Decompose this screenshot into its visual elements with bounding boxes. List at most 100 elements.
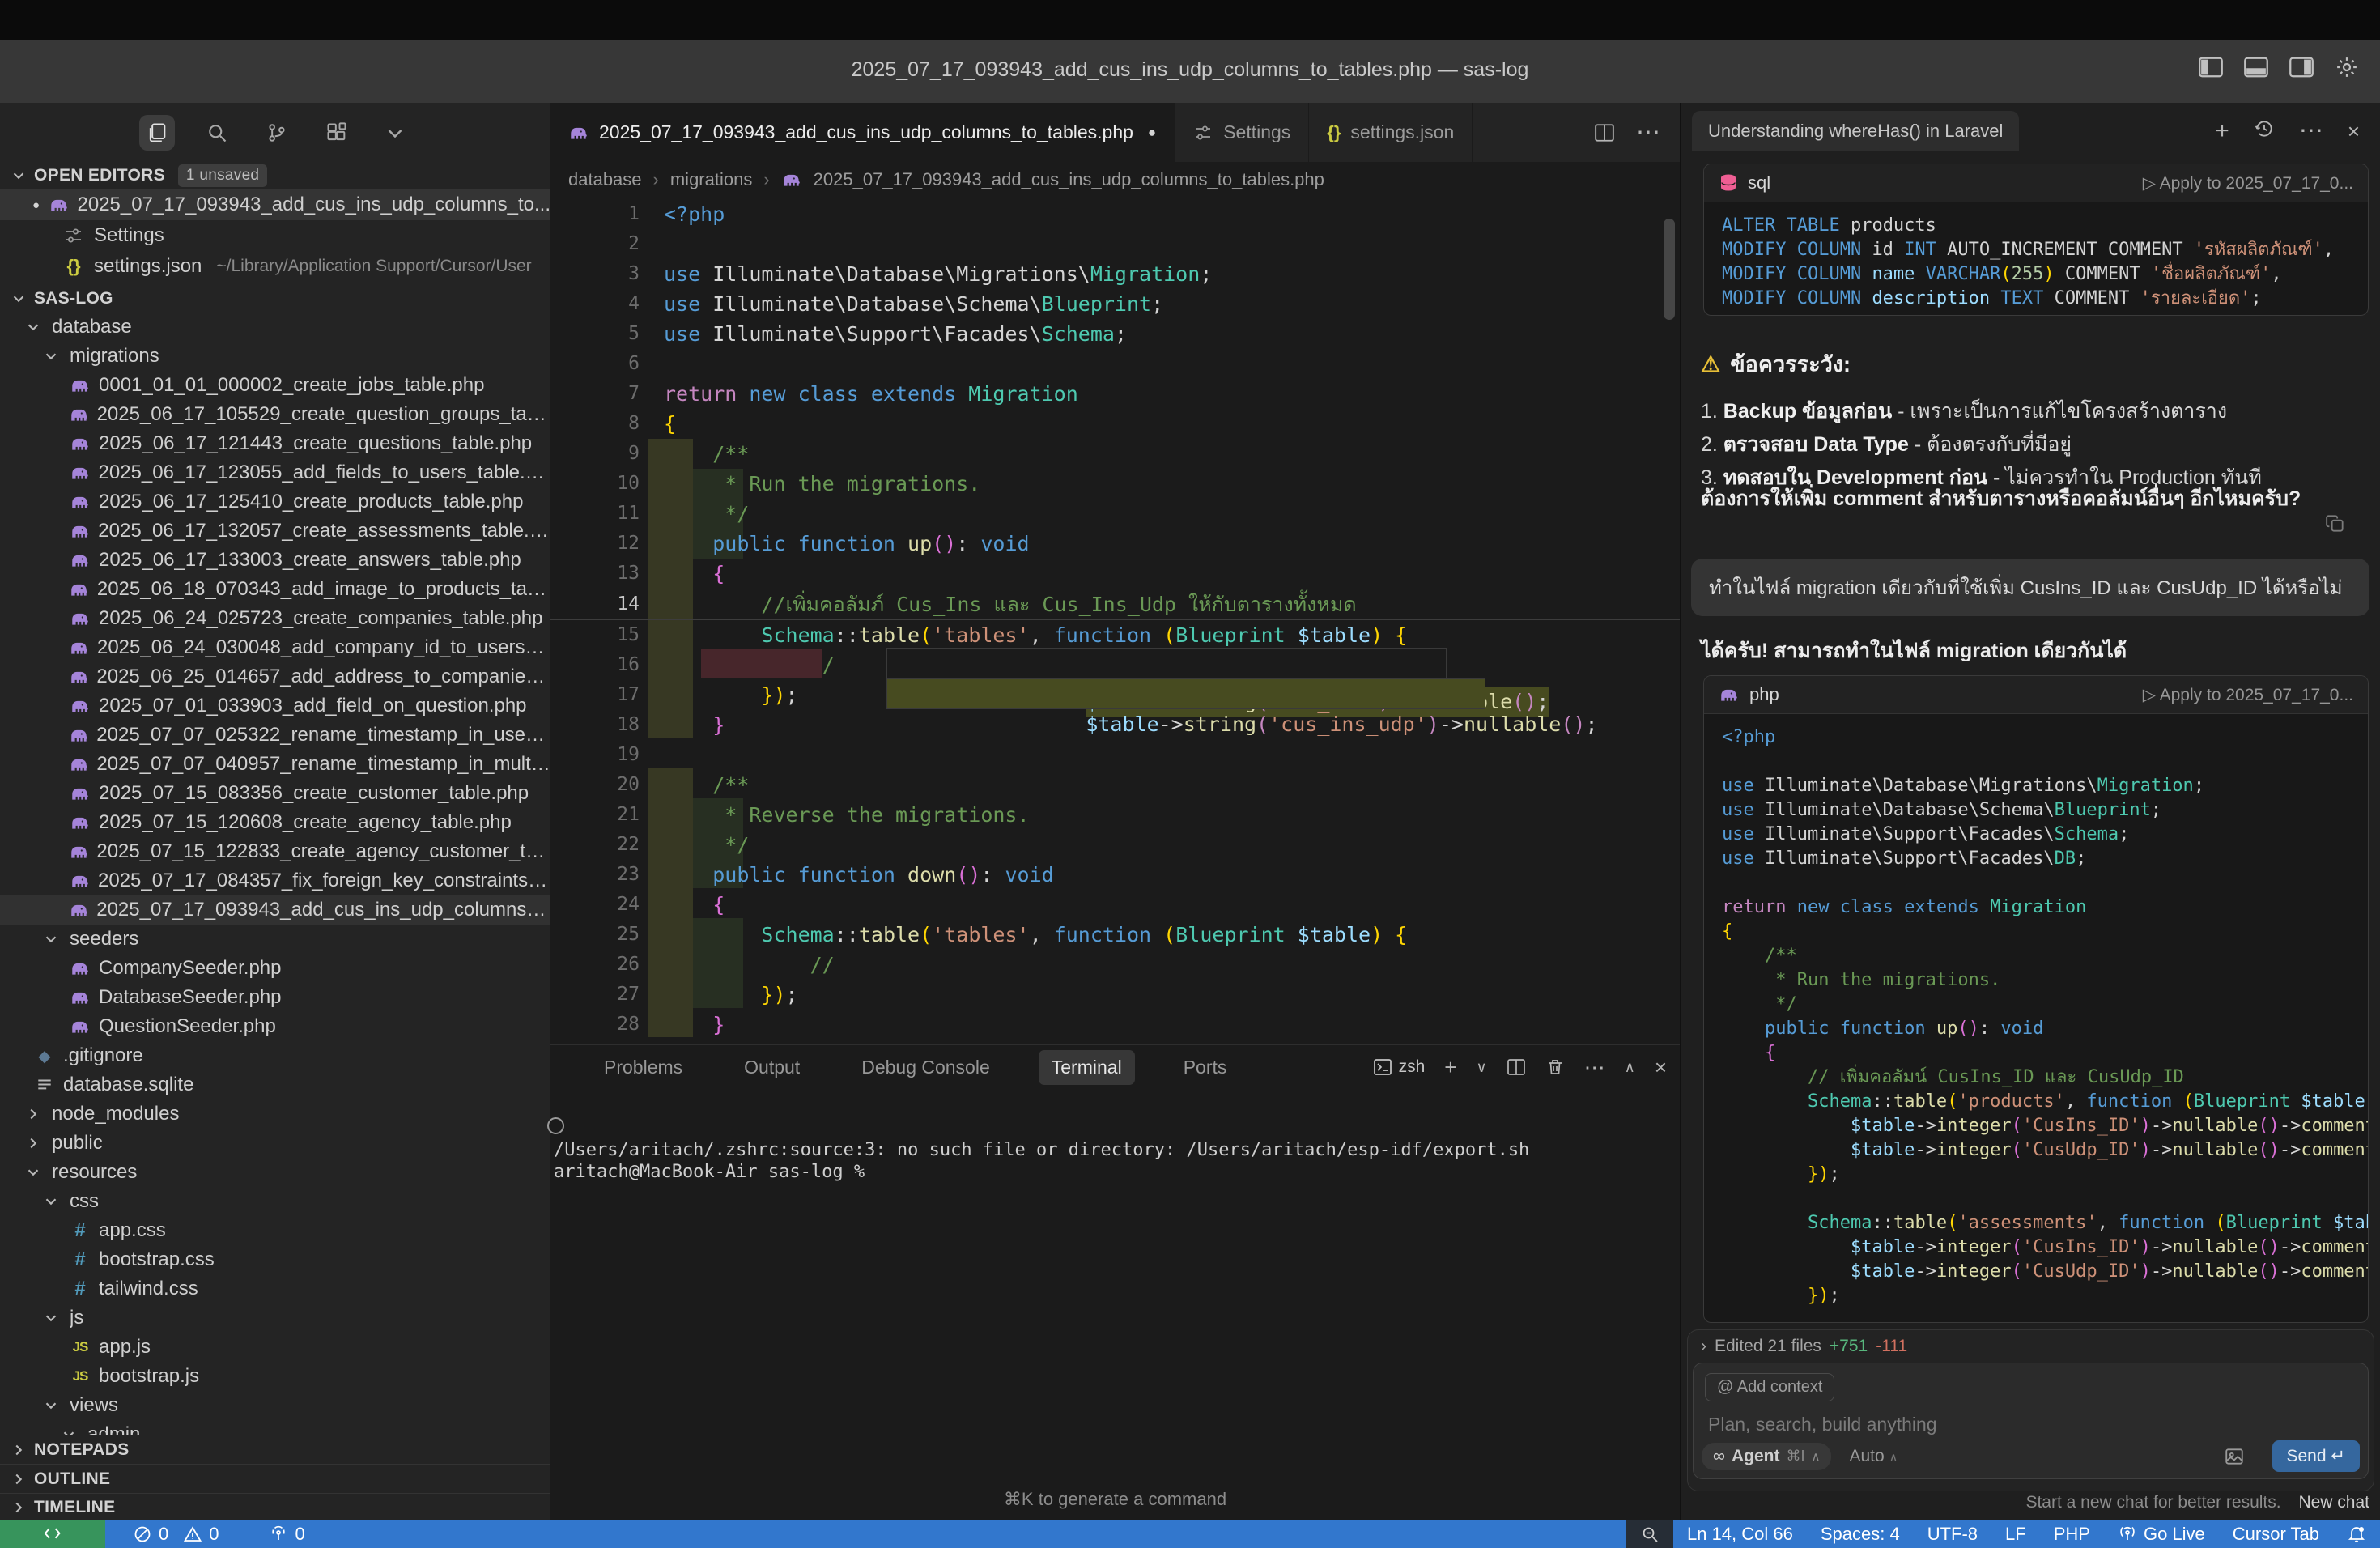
tree-item[interactable]: 2025_07_15_083356_create_customer_table.… [0,779,550,808]
kill-terminal-trash-icon[interactable] [1545,1057,1565,1077]
code-line[interactable]: 22 */ [550,830,1680,860]
chat-tab[interactable]: Understanding whereHas() in Laravel [1692,111,2019,151]
remote-indicator[interactable] [0,1520,105,1548]
tree-item[interactable]: 2025_07_15_120608_create_agency_table.ph… [0,808,550,837]
code-editor[interactable]: database› migrations› 2025_07_17_093943_… [550,162,1680,1044]
editor-more-actions-icon[interactable]: ⋯ [1636,118,1660,147]
indentation-status[interactable]: Spaces: 4 [1807,1520,1914,1548]
code-line[interactable]: 28 } [550,1010,1680,1040]
eol-status[interactable]: LF [1991,1520,2040,1548]
tree-item[interactable]: seeders [0,925,550,954]
language-status[interactable]: PHP [2040,1520,2104,1548]
code-line[interactable]: 4use Illuminate\Database\Schema\Blueprin… [550,289,1680,319]
tree-item[interactable]: QuestionSeeder.php [0,1012,550,1041]
attach-image-icon[interactable] [2224,1446,2245,1467]
code-line[interactable]: 9 /** [550,439,1680,469]
ai-suggestion-line[interactable]: $table->string('cus_ins')->nullable(); [886,648,1447,678]
tree-item[interactable]: 2025_06_17_125410_create_products_table.… [0,487,550,517]
breadcrumb[interactable]: database› migrations› 2025_07_17_093943_… [550,162,1680,198]
more-views-chevron-icon[interactable] [379,117,411,149]
maximize-panel-icon[interactable]: ∧ [1625,1059,1635,1076]
split-editor-icon[interactable] [1594,122,1615,143]
code-line[interactable]: 26 // [550,950,1680,980]
editor-scrollbar[interactable] [1664,219,1675,320]
tree-item[interactable]: 2025_07_15_122833_create_agency_customer… [0,837,550,866]
encoding-status[interactable]: UTF-8 [1914,1520,1991,1548]
apply-button[interactable]: ▷ Apply to 2025_07_17_0... [2143,173,2353,194]
code-line[interactable]: 20 /** [550,770,1680,800]
notifications-bell-icon[interactable] [2333,1520,2380,1548]
terminal-output[interactable]: /Users/aritach/.zshrc:source:3: no such … [554,1095,1664,1248]
tree-item[interactable]: 2025_07_01_033903_add_field_on_question.… [0,691,550,721]
tree-item[interactable]: #bootstrap.css [0,1245,550,1274]
panel-tab-output[interactable]: Output [731,1050,813,1085]
tree-item[interactable]: 0001_01_01_000002_create_jobs_table.php [0,371,550,400]
tree-item[interactable]: 2025_07_07_040957_rename_timestamp_in_mu… [0,750,550,779]
code-line[interactable]: 10 * Run the migrations. [550,469,1680,499]
code-line[interactable]: 6 [550,349,1680,379]
cursor-tab-status[interactable]: Cursor Tab [2219,1520,2333,1548]
settings-gear-icon[interactable] [2335,55,2359,79]
code-line[interactable]: 27 }); [550,980,1680,1010]
close-panel-icon[interactable]: × [1655,1055,1667,1080]
ai-suggestion-line[interactable]: $table->string('cus_ins_udp')->nullable(… [886,678,1485,709]
code-line[interactable]: 21 * Reverse the migrations. [550,800,1680,830]
tree-item[interactable]: public [0,1129,550,1158]
new-chat-link[interactable]: New chat [2298,1493,2369,1512]
tree-item[interactable]: JSapp.js [0,1333,550,1362]
open-editor-item[interactable]: Settings [0,220,550,251]
toggle-secondary-sidebar-icon[interactable] [2289,57,2314,78]
panel-tab-problems[interactable]: Problems [591,1050,695,1085]
tree-item[interactable]: js [0,1303,550,1333]
project-root-header[interactable]: SAS-LOG [0,285,550,313]
cursor-position-status[interactable]: Ln 14, Col 66 [1673,1520,1807,1548]
tab-migration-file[interactable]: 2025_07_17_093943_add_cus_ins_udp_column… [550,103,1175,162]
panel-tab-terminal[interactable]: Terminal [1039,1050,1135,1085]
ports-status[interactable]: 0 [268,1524,305,1545]
panel-more-icon[interactable]: ⋯ [1584,1055,1605,1080]
notepads-section[interactable]: NOTEPADS [0,1435,550,1464]
code-line[interactable]: 3use Illuminate\Database\Migrations\Migr… [550,259,1680,289]
tree-item[interactable]: migrations [0,342,550,371]
tab-settings-json[interactable]: {} settings.json [1309,103,1473,162]
tree-item[interactable]: DatabaseSeeder.php [0,983,550,1012]
new-terminal-icon[interactable]: + [1444,1055,1456,1080]
tree-item[interactable]: JSbootstrap.js [0,1362,550,1391]
timeline-section[interactable]: TIMELINE [0,1493,550,1520]
chat-more-icon[interactable]: ⋯ [2299,119,2323,143]
tree-item[interactable]: #tailwind.css [0,1274,550,1303]
terminal-dropdown-icon[interactable]: ∨ [1476,1059,1486,1076]
tree-item[interactable]: 2025_06_17_132057_create_assessments_tab… [0,517,550,546]
edited-files-row[interactable]: › Edited 21 files +751 -111 [1688,1330,2374,1363]
code-line[interactable]: 8{ [550,409,1680,439]
code-line[interactable]: 13 { [550,559,1680,589]
tree-item[interactable]: database [0,313,550,342]
code-line[interactable]: 1<?php [550,199,1680,229]
tree-item[interactable]: #app.css [0,1216,550,1245]
chat-close-icon[interactable]: × [2348,121,2360,142]
extensions-icon[interactable] [319,115,355,151]
agent-mode-selector[interactable]: ∞ Agent ⌘I ∧ [1702,1443,1831,1470]
new-chat-icon[interactable]: + [2215,119,2229,143]
tree-item[interactable]: 2025_06_24_025723_create_companies_table… [0,604,550,633]
open-editors-header[interactable]: OPEN EDITORS 1 unsaved [0,162,550,189]
tree-item[interactable]: 2025_06_17_121443_create_questions_table… [0,429,550,458]
code-line[interactable]: 15 Schema::table('tables', function (Blu… [550,620,1680,650]
open-editor-item[interactable]: {}settings.json~/Library/Application Sup… [0,251,550,282]
tree-item[interactable]: 2025_06_24_030048_add_company_id_to_user… [0,633,550,662]
tree-item[interactable]: 2025_07_17_084357_fix_foreign_key_constr… [0,866,550,895]
panel-tab-ports[interactable]: Ports [1171,1050,1240,1085]
toggle-panel-icon[interactable] [2244,57,2268,78]
code-line[interactable]: 7return new class extends Migration [550,379,1680,409]
split-terminal-icon[interactable] [1507,1057,1526,1077]
terminal-instance-zsh[interactable]: zsh [1373,1057,1426,1077]
add-context-chip[interactable]: @ Add context [1705,1373,1834,1401]
tree-item[interactable]: database.sqlite [0,1070,550,1099]
model-selector[interactable]: Auto ∧ [1849,1447,1898,1466]
tree-item[interactable]: 2025_06_17_123055_add_fields_to_users_ta… [0,458,550,487]
chat-input[interactable]: @ Add context Plan, search, build anythi… [1693,1363,2369,1479]
code-line[interactable]: 25 Schema::table('tables', function (Blu… [550,920,1680,950]
code-line[interactable]: 23 public function down(): void [550,860,1680,890]
tree-item[interactable]: 2025_06_17_105529_create_question_groups… [0,400,550,429]
tree-item[interactable]: CompanySeeder.php [0,954,550,983]
